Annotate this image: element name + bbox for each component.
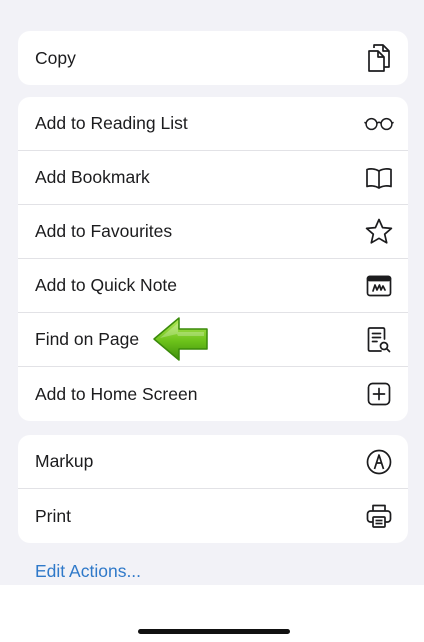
actions-group: Add to Reading List Add Bookmark Add to … xyxy=(18,97,408,421)
print-label: Print xyxy=(35,505,71,526)
quick-note-row[interactable]: Add to Quick Note xyxy=(18,259,408,313)
favourites-label: Add to Favourites xyxy=(35,221,173,241)
print-row[interactable]: Print xyxy=(18,489,408,543)
home-indicator[interactable] xyxy=(138,629,290,634)
copy-label: Copy xyxy=(35,47,76,68)
home-screen-row[interactable]: Add to Home Screen xyxy=(18,367,408,421)
find-on-page-label: Find on Page xyxy=(35,329,140,349)
reading-list-row[interactable]: Add to Reading List xyxy=(18,97,408,151)
pointer-arrow-icon xyxy=(153,317,208,361)
markup-label: Markup xyxy=(35,451,94,471)
bookmark-row[interactable]: Add Bookmark xyxy=(18,151,408,205)
favourites-row[interactable]: Add to Favourites xyxy=(18,205,408,259)
edit-actions-link[interactable]: Edit Actions... xyxy=(35,561,141,582)
find-on-page-icon xyxy=(364,325,394,355)
reading-list-label: Add to Reading List xyxy=(35,113,188,133)
plus-square-icon xyxy=(364,379,394,409)
find-on-page-row[interactable]: Find on Page xyxy=(18,313,408,367)
share-sheet: Copy Add to Reading List Add Bookmark Ad… xyxy=(0,0,424,585)
markup-icon xyxy=(364,447,394,477)
star-icon xyxy=(364,217,394,247)
quick-note-icon xyxy=(364,271,394,301)
bookmark-label: Add Bookmark xyxy=(35,167,150,187)
markup-row[interactable]: Markup xyxy=(18,435,408,489)
copy-row[interactable]: Copy xyxy=(18,31,408,85)
home-screen-label: Add to Home Screen xyxy=(35,383,198,404)
quick-note-label: Add to Quick Note xyxy=(35,275,178,295)
copy-icon xyxy=(364,43,394,73)
book-icon xyxy=(364,163,394,193)
glasses-icon xyxy=(364,109,394,139)
copy-group: Copy xyxy=(18,31,408,85)
printer-icon xyxy=(364,501,394,531)
tools-group: Markup Print xyxy=(18,435,408,543)
